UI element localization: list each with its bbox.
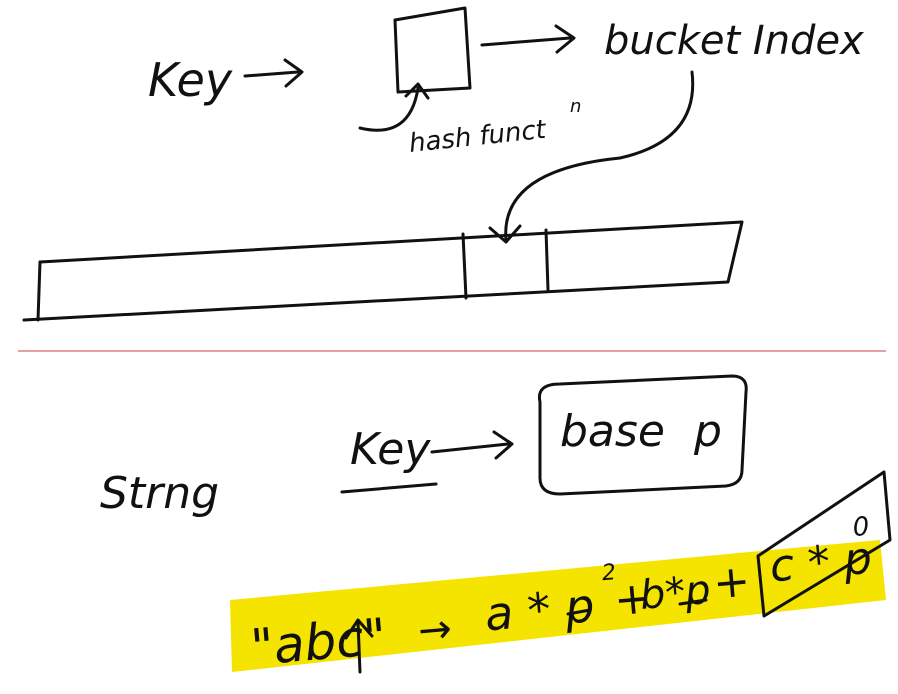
formula-lhs: "abc" [248,607,388,677]
key-to-base-arrow [430,430,514,460]
key-to-hash-arrow [243,58,304,88]
bucket-index-label: bucket Index [604,18,864,64]
whiteboard-canvas: Key bucket Index hash funct n Strng Key … [18,6,892,677]
bottom-key-label: Key [350,424,431,475]
hash-function-pointer-arrow [358,82,430,132]
formula-term-a: a * p [483,578,597,641]
bucket-array [22,220,744,322]
bucket-cell-right-divider [544,228,550,292]
string-label: Strng [100,468,219,519]
bucket-cell-left-divider [461,232,468,300]
hash-function-label: hash funct [408,115,548,159]
bucket-index-pointer-arrow [488,70,695,244]
formula-exponent-c: 0 [852,512,871,543]
base-variable: p [693,406,722,457]
top-key-label: Key [148,53,233,107]
formula-arrow: → [416,606,453,655]
hash-function-superscript: n [570,96,581,117]
formula-plus-2: + [711,555,752,609]
key-underline [340,482,438,494]
hash-function-box [393,6,472,94]
hash-to-bucket-arrow [480,24,576,54]
base-label: base [560,406,665,457]
formula-term-b: b*p [638,567,713,619]
